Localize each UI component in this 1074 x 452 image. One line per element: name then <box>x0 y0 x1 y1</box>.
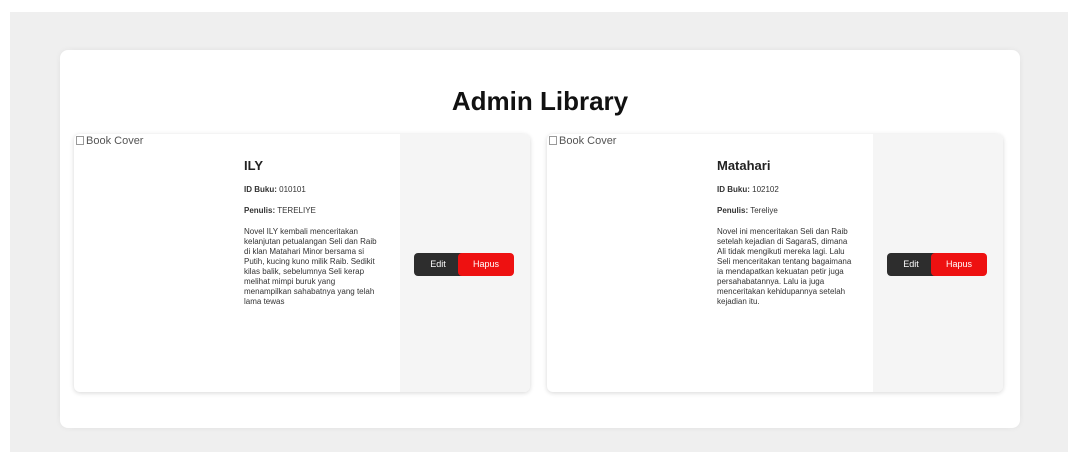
delete-button[interactable]: Hapus <box>458 253 514 276</box>
book-id: ID Buku: 010101 <box>244 185 384 194</box>
book-card: Book Cover ILY ID Buku: 010101 Penulis: … <box>74 134 530 392</box>
book-cover-alt-text: Book Cover <box>559 135 617 147</box>
book-cover-image: Book Cover <box>547 134 707 392</box>
book-info: ILY ID Buku: 010101 Penulis: TERELIYE No… <box>244 158 384 307</box>
book-actions: Edit Hapus <box>400 134 530 392</box>
book-id-value: 010101 <box>279 185 306 194</box>
book-cover-image: Book Cover <box>74 134 234 392</box>
book-author-value: Tereliye <box>750 206 778 215</box>
book-description: Novel ini menceritakan Seli dan Raib set… <box>717 227 852 306</box>
broken-image-icon <box>549 136 557 145</box>
book-info: Matahari ID Buku: 102102 Penulis: Tereli… <box>717 158 857 307</box>
book-card: Book Cover Matahari ID Buku: 102102 Penu… <box>547 134 1003 392</box>
book-author-label: Penulis: <box>244 206 276 215</box>
page-title: Admin Library <box>451 86 629 116</box>
book-title: Matahari <box>717 158 771 173</box>
book-author: Penulis: Tereliye <box>717 206 857 215</box>
book-description: Novel ILY kembali menceritakan kelanjuta… <box>244 227 377 306</box>
page-background: Admin Library Book Cover ILY ID Buku: 01… <box>10 12 1068 452</box>
book-cover-alt-text: Book Cover <box>86 135 144 147</box>
book-id-value: 102102 <box>752 185 779 194</box>
edit-button[interactable]: Edit <box>414 253 462 276</box>
book-actions: Edit Hapus <box>873 134 1003 392</box>
book-id-label: ID Buku: <box>717 185 750 194</box>
broken-image-placeholder: Book Cover <box>76 135 143 148</box>
book-author-value: TERELIYE <box>277 206 316 215</box>
book-id: ID Buku: 102102 <box>717 185 857 194</box>
book-title: ILY <box>244 158 264 173</box>
delete-button[interactable]: Hapus <box>931 253 987 276</box>
broken-image-placeholder: Book Cover <box>549 135 616 148</box>
edit-button[interactable]: Edit <box>887 253 935 276</box>
book-author: Penulis: TERELIYE <box>244 206 384 215</box>
book-id-label: ID Buku: <box>244 185 277 194</box>
broken-image-icon <box>76 136 84 145</box>
book-author-label: Penulis: <box>717 206 749 215</box>
admin-panel: Admin Library Book Cover ILY ID Buku: 01… <box>60 50 1020 428</box>
